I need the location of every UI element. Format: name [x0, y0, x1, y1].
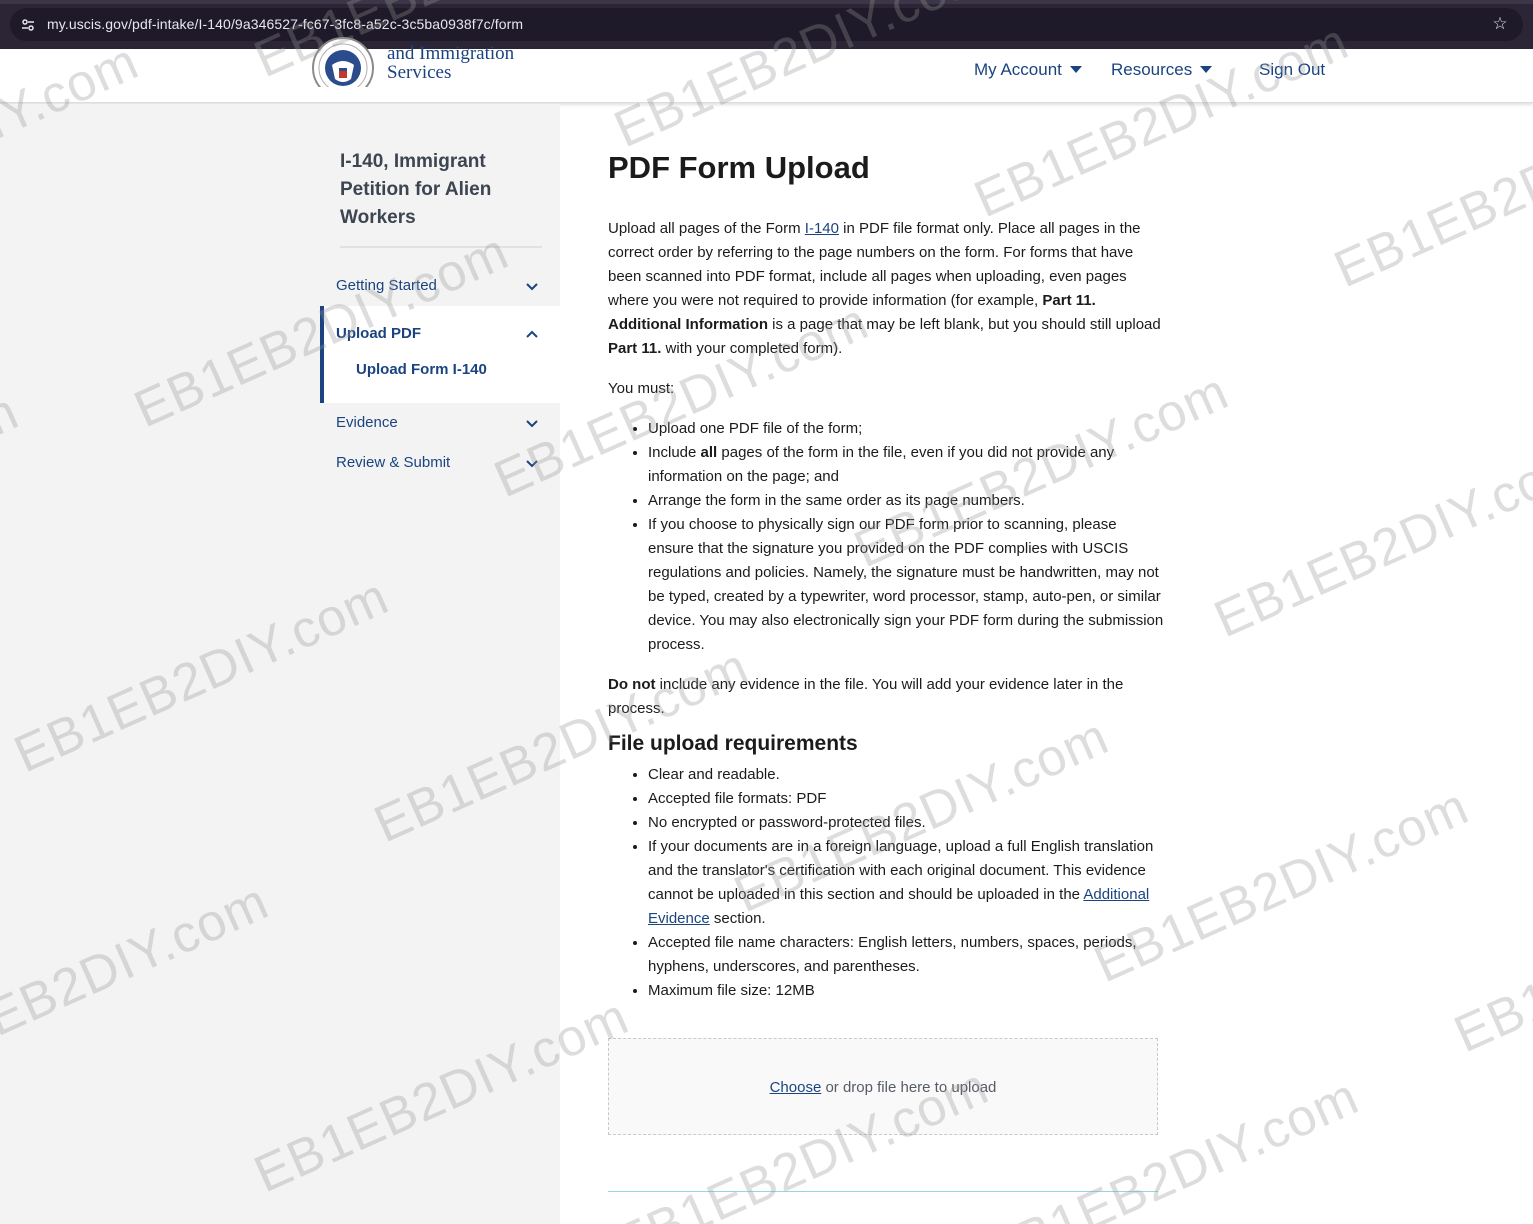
- list-item: If you choose to physically sign our PDF…: [648, 513, 1164, 657]
- intro-paragraph: Upload all pages of the Form I-140 in PD…: [608, 220, 1161, 357]
- list-item: Clear and readable.: [648, 763, 1164, 787]
- you-must-label: You must:: [608, 380, 675, 397]
- caret-down-icon: [1069, 66, 1082, 73]
- agency-name[interactable]: and Immigration Services: [387, 44, 514, 82]
- list-item: Maximum file size: 12MB: [648, 979, 1164, 1003]
- page-title: PDF Form Upload: [608, 150, 870, 185]
- sidebar-item-evidence[interactable]: Evidence: [320, 405, 560, 441]
- watermark: EB1EB2DIY.com: [1446, 847, 1533, 1065]
- watermark: EB1EB2DIY.com: [1206, 432, 1533, 650]
- list-item: Include all pages of the form in the fil…: [648, 441, 1164, 489]
- sidebar-item-label: Getting Started: [336, 277, 437, 294]
- site-settings-icon[interactable]: [20, 17, 36, 33]
- requirements-list: Upload one PDF file of the form; Include…: [648, 417, 1164, 657]
- file-dropzone[interactable]: Choose or drop file here to upload: [608, 1038, 1158, 1135]
- file-requirements-heading: File upload requirements: [608, 732, 858, 755]
- url-text[interactable]: my.uscis.gov/pdf-intake/I-140/9a346527-f…: [47, 16, 523, 32]
- my-account-menu[interactable]: My Account: [974, 60, 1082, 80]
- section-divider: [608, 1191, 1158, 1192]
- choose-file-link[interactable]: Choose: [770, 1079, 822, 1096]
- main-content: PDF Form Upload Upload all pages of the …: [608, 150, 1164, 1019]
- sidebar-item-review-submit[interactable]: Review & Submit: [320, 445, 560, 481]
- resources-label: Resources: [1111, 60, 1193, 79]
- my-account-label: My Account: [974, 60, 1062, 79]
- sign-out-link[interactable]: Sign Out: [1259, 60, 1325, 80]
- list-item: Upload one PDF file of the form;: [648, 417, 1164, 441]
- site-header: and Immigration Services My Account Reso…: [0, 37, 1533, 103]
- sidebar-item-label: Review & Submit: [336, 454, 451, 471]
- list-item: Accepted file formats: PDF: [648, 787, 1164, 811]
- chevron-down-icon: [526, 420, 538, 428]
- dhs-seal-logo[interactable]: [310, 35, 376, 87]
- chevron-down-icon: [526, 460, 538, 468]
- chevron-up-icon: [526, 330, 538, 338]
- list-item: Arrange the form in the same order as it…: [648, 489, 1164, 513]
- chevron-down-icon: [526, 283, 538, 291]
- address-bar[interactable]: my.uscis.gov/pdf-intake/I-140/9a346527-f…: [10, 8, 1523, 41]
- bookmark-star-icon[interactable]: ☆: [1491, 15, 1509, 33]
- dropzone-text: or drop file here to upload: [821, 1079, 997, 1096]
- resources-menu[interactable]: Resources: [1111, 60, 1213, 80]
- tab-strip-edge: [0, 0, 1533, 4]
- browser-toolbar: my.uscis.gov/pdf-intake/I-140/9a346527-f…: [0, 0, 1533, 49]
- form-title: I-140, Immigrant Petition for Alien Work…: [340, 151, 492, 228]
- caret-down-icon: [1200, 66, 1213, 73]
- list-item: Accepted file name characters: English l…: [648, 931, 1164, 979]
- list-item: If your documents are in a foreign langu…: [648, 835, 1164, 931]
- sidebar-subitem-upload-form[interactable]: Upload Form I-140: [356, 361, 487, 378]
- watermark: EB1EB2DIY.com: [1326, 82, 1533, 300]
- sidebar-divider: [340, 246, 542, 248]
- list-item: No encrypted or password-protected files…: [648, 811, 1164, 835]
- file-requirements-list: Clear and readable. Accepted file format…: [648, 763, 1164, 1003]
- agency-name-line2: Services: [387, 62, 452, 83]
- sidebar-item-label: Upload PDF: [336, 325, 421, 342]
- form-i140-link[interactable]: I-140: [805, 220, 839, 237]
- do-not-paragraph: Do not include any evidence in the file.…: [608, 676, 1124, 717]
- sidebar-item-label: Evidence: [336, 414, 398, 431]
- sidebar-item-upload-pdf[interactable]: Upload PDF Upload Form I-140: [320, 306, 560, 403]
- sidebar-item-getting-started[interactable]: Getting Started: [320, 268, 560, 304]
- agency-name-line1: and Immigration: [387, 43, 515, 64]
